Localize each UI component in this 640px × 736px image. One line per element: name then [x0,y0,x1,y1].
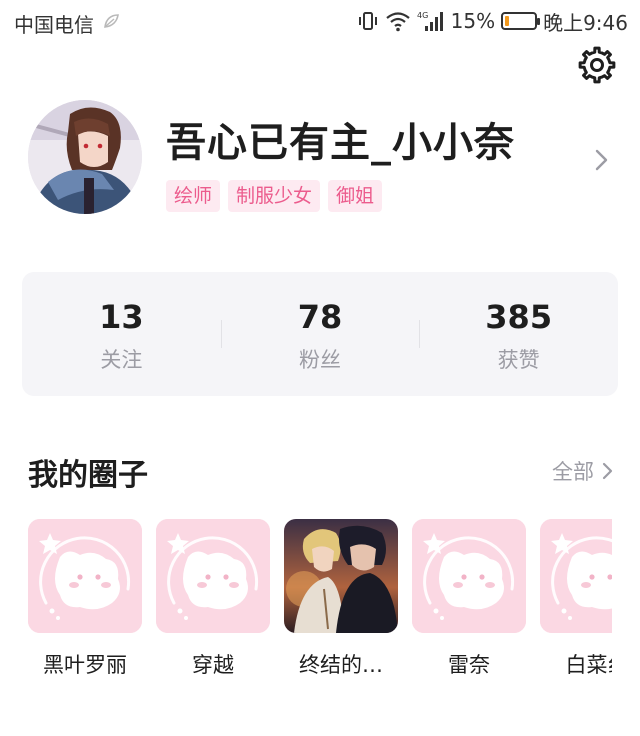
profile-tags: 绘师 制服少女 御姐 [166,180,383,212]
circle-thumbnail [28,519,142,633]
circle-thumbnail [412,519,526,633]
stat-label: 关注 [100,348,143,372]
battery-fill [505,16,510,26]
status-bar: 中国电信 4G 15% 晚上9:46 [0,0,640,44]
stat-label: 粉丝 [299,348,341,372]
status-indicators: 4G 15% 晚上9:46 [357,8,628,35]
carrier-name: 中国电信 [14,13,94,37]
circle-thumbnail [156,519,270,633]
vibrate-icon [358,12,377,30]
see-all-label: 全部 [552,460,594,484]
mascot-placeholder-icon [540,519,612,633]
stat-following[interactable]: 13 关注 [22,272,221,396]
circle-thumbnail [540,519,612,633]
mascot-placeholder-icon [156,519,270,633]
tag-chip[interactable]: 制服少女 [228,180,321,212]
stat-value: 13 [99,298,144,336]
gear-icon[interactable] [576,44,618,86]
circle-item[interactable]: 终结的… [284,519,398,679]
avatar[interactable] [28,100,142,214]
leaf-signal-icon [104,14,119,28]
see-all-link[interactable]: 全部 [552,456,614,486]
circle-thumbnail [284,519,398,633]
cellular-signal-icon: 4G [417,11,443,31]
circle-name: 雷奈 [448,653,490,677]
circle-item[interactable]: 雷奈 [412,519,526,679]
stat-value: 385 [485,298,553,336]
mascot-placeholder-icon [28,519,142,633]
anime-artwork-image [284,519,398,633]
battery-percent: 15% [450,9,496,33]
clock: 晚上9:46 [543,10,628,35]
stat-value: 78 [297,298,343,336]
tag-chip[interactable]: 绘师 [166,180,221,212]
mascot-placeholder-icon [412,519,526,633]
circle-name: 终结的… [299,653,383,677]
stat-label: 获赞 [497,348,540,372]
circle-name: 白菜纟 [565,653,613,677]
stats-panel: 13 关注 78 粉丝 385 获赞 [22,272,618,396]
battery-icon [501,12,541,30]
wifi-icon [385,12,410,32]
stat-likes[interactable]: 385 获赞 [419,272,618,396]
username: 吾心已有主_小小奈 [166,120,515,166]
avatar-image [28,100,142,214]
section-title: 我的圈子 [28,458,148,493]
stat-followers[interactable]: 78 粉丝 [220,272,420,396]
chevron-right-icon[interactable] [594,148,610,172]
circle-list: 黑叶罗丽 穿越 终结的… 雷奈 白菜 [28,519,612,709]
chevron-right-icon [602,462,613,480]
circle-name: 穿越 [192,653,234,677]
circle-item[interactable]: 黑叶罗丽 [28,519,142,679]
circle-name: 黑叶罗丽 [43,653,127,677]
network-type: 4G [417,11,428,20]
circle-item[interactable]: 白菜纟 [540,519,612,679]
circle-item[interactable]: 穿越 [156,519,270,679]
tag-chip[interactable]: 御姐 [328,180,383,212]
